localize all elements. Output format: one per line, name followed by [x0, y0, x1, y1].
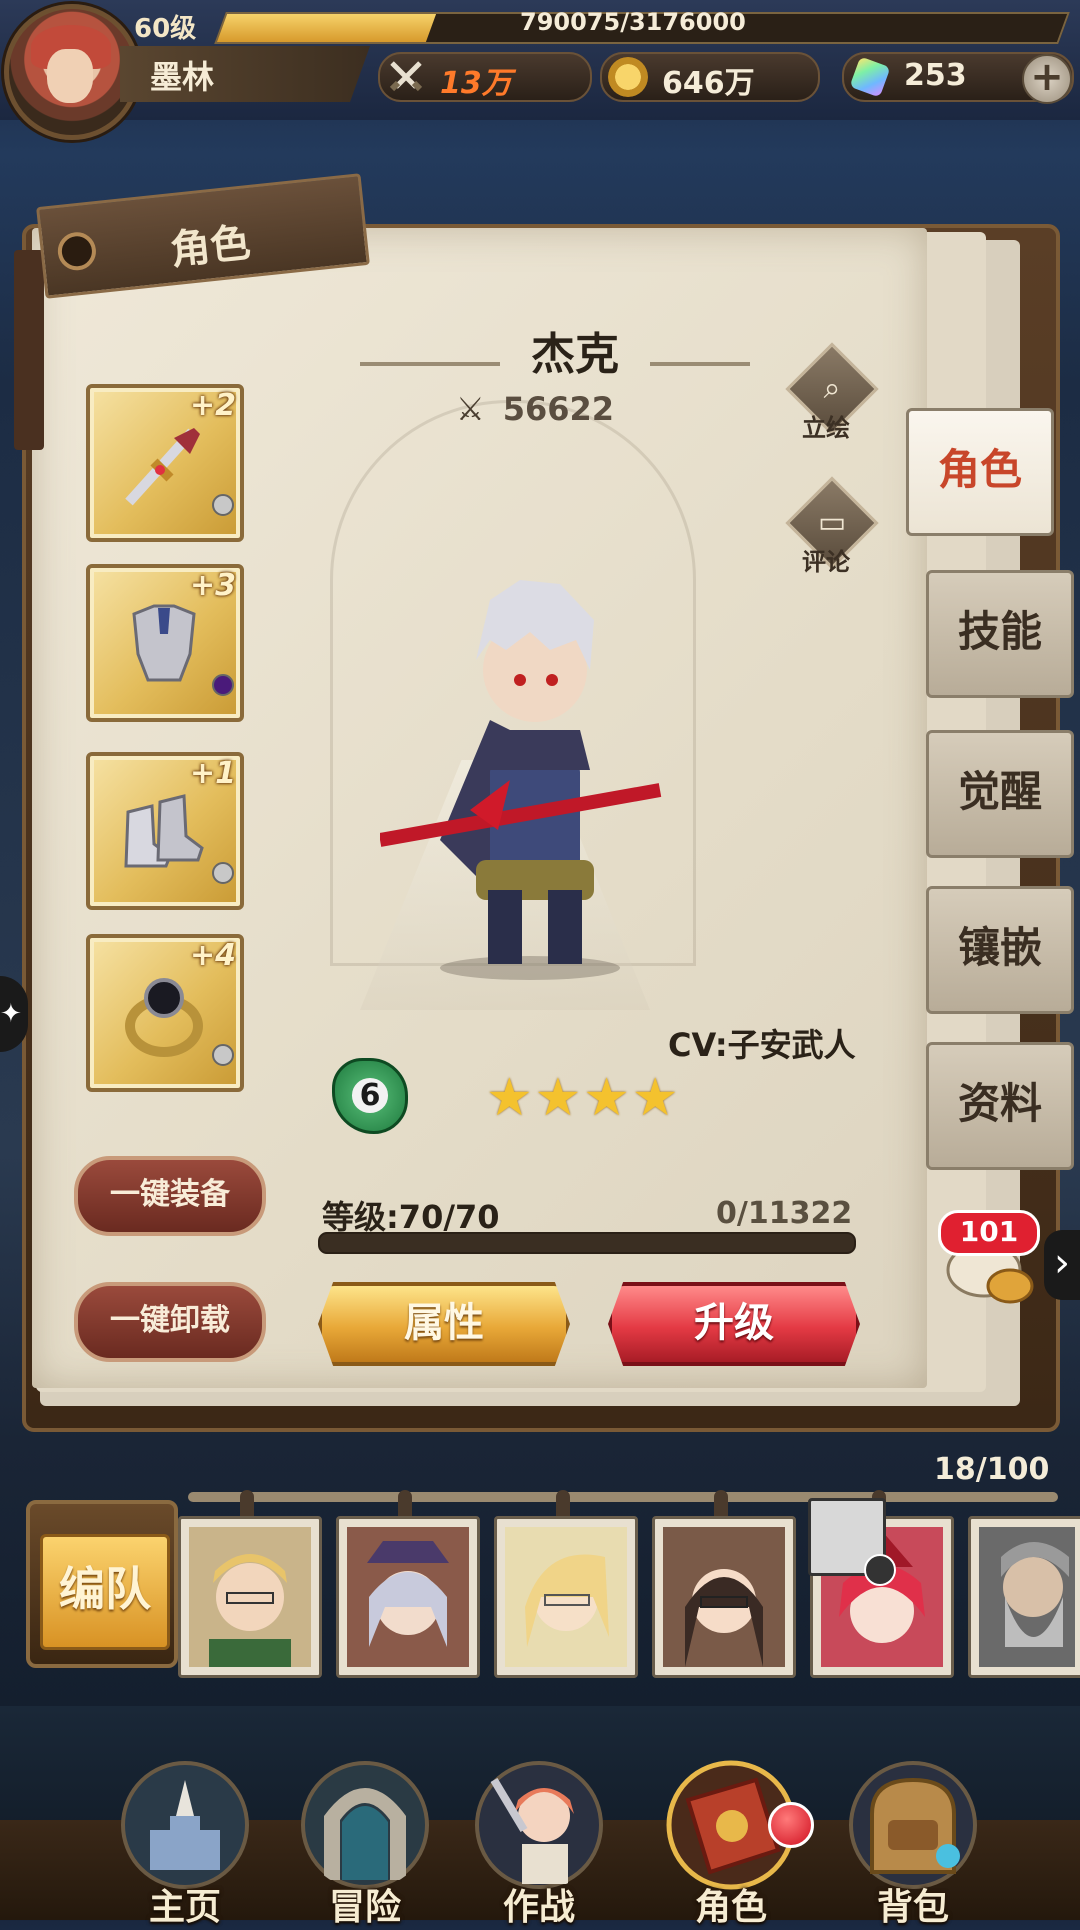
star-icon: ★	[486, 1068, 535, 1128]
team-formation-button[interactable]: 编队	[26, 1500, 178, 1668]
comments-label: 评论	[802, 548, 850, 576]
socket-gem	[212, 494, 234, 516]
player-avatar[interactable]	[4, 4, 140, 140]
name-ornament-right	[650, 362, 750, 366]
roster-card[interactable]	[494, 1516, 638, 1678]
enhance-level: +2	[189, 388, 236, 423]
equip-slot-boots[interactable]: +1	[86, 752, 244, 910]
gem-value: 253	[904, 58, 967, 93]
star-rating: ★★★★	[486, 1068, 681, 1128]
portal-arch-icon	[301, 1761, 429, 1889]
roster-card[interactable]	[336, 1516, 480, 1678]
enhance-level: +3	[189, 568, 236, 603]
roster-card[interactable]	[178, 1516, 322, 1678]
nav-backpack-label: 背包	[876, 1887, 949, 1928]
tag-hole	[56, 230, 98, 273]
boots-icon	[124, 794, 204, 868]
voice-actor: CV:子安武人	[668, 1026, 856, 1064]
tab-character[interactable]: 角色	[906, 408, 1054, 536]
tab-profile[interactable]: 资料	[926, 1042, 1074, 1170]
team-formation-label: 编队	[40, 1534, 170, 1650]
equip-slot-weapon[interactable]: +2	[86, 384, 244, 542]
nav-adventure[interactable]: 冒险	[270, 1740, 460, 1928]
gold-coin-icon	[608, 57, 648, 97]
plus-icon: +	[1030, 54, 1064, 100]
equip-slot-armor[interactable]: +3	[86, 564, 244, 722]
nav-battle[interactable]: 作战	[444, 1740, 634, 1928]
socket-gem	[212, 1044, 234, 1066]
hero-xp: 0/11322	[716, 1196, 853, 1231]
portrait-view-label: 立绘	[802, 414, 850, 442]
tab-inlay[interactable]: 镶嵌	[926, 886, 1074, 1014]
player-xp-text: 790075/3176000	[520, 8, 746, 36]
gold-value: 646万	[662, 66, 755, 101]
nav-adventure-label: 冒险	[328, 1887, 401, 1928]
chat-badge: 101	[938, 1210, 1040, 1256]
roster-count: 18/100	[934, 1452, 1050, 1487]
socket-gem	[212, 862, 234, 884]
chevron-right-icon[interactable]: ›	[1044, 1230, 1080, 1300]
battle-girl-icon	[475, 1761, 603, 1889]
nav-home[interactable]: 主页	[90, 1740, 280, 1928]
hero-power: ⚔ 56622	[456, 390, 614, 428]
star-icon: ★	[534, 1068, 584, 1128]
character-elf-glasses	[505, 1527, 627, 1667]
notification-dot	[768, 1802, 814, 1848]
character-silver-hair-girl	[347, 1527, 469, 1667]
enhance-level: +4	[189, 938, 236, 973]
upgrade-button[interactable]: 升级	[608, 1282, 860, 1366]
hero-power-value: 56622	[502, 390, 615, 428]
nav-backpack[interactable]: 背包	[818, 1740, 1008, 1928]
combat-power-value: 13万	[440, 66, 512, 101]
ring-icon	[125, 978, 203, 1057]
roster-rail	[188, 1492, 1058, 1502]
swap-icon	[864, 1554, 896, 1586]
character-maid-glasses	[663, 1527, 785, 1667]
star-icon: ★	[583, 1068, 632, 1128]
add-gems-button[interactable]: +	[1022, 54, 1072, 104]
nav-battle-label: 作战	[502, 1887, 575, 1928]
evolution-value: 6	[351, 1078, 389, 1113]
sword-icon	[125, 428, 200, 506]
backpack-icon	[849, 1761, 977, 1889]
equip-all-button[interactable]: 一键装备	[74, 1156, 266, 1236]
nav-home-label: 主页	[148, 1887, 221, 1928]
gold-display: 646万	[600, 52, 820, 102]
combat-power-display: 13万	[378, 52, 592, 102]
book-strap	[14, 250, 44, 450]
socket-gem	[212, 674, 234, 696]
unequip-all-button[interactable]: 一键卸载	[74, 1282, 266, 1362]
hero-xp-bar	[318, 1232, 856, 1254]
chestplate-icon	[132, 604, 196, 682]
tab-awaken[interactable]: 觉醒	[926, 730, 1074, 858]
hero-sprite[interactable]	[380, 540, 680, 980]
tab-skills[interactable]: 技能	[926, 570, 1074, 698]
player-level: 60级	[134, 14, 197, 44]
crossed-swords-icon	[389, 61, 423, 92]
roster-card[interactable]	[652, 1516, 796, 1678]
attributes-button[interactable]: 属性	[318, 1282, 570, 1366]
player-xp-fill	[216, 14, 437, 42]
character-blond-glasses	[189, 1527, 311, 1667]
avatar-face	[47, 49, 93, 103]
roster-card[interactable]	[968, 1516, 1080, 1678]
character-old-bearded-man	[979, 1527, 1075, 1667]
panel-tag-label: 角色	[168, 219, 253, 275]
star-icon: ★	[631, 1068, 681, 1128]
equip-slot-ring[interactable]: +4	[86, 934, 244, 1092]
player-name: 墨林	[150, 58, 215, 96]
name-ornament-left	[360, 362, 500, 366]
nav-character-label: 角色	[694, 1887, 767, 1928]
hero-name: 杰克	[531, 329, 619, 380]
enhance-level: +1	[189, 756, 236, 791]
crystal-gem-icon	[849, 56, 891, 98]
crossed-swords-icon: ⚔	[456, 390, 485, 428]
castle-statue-icon	[121, 1761, 249, 1889]
